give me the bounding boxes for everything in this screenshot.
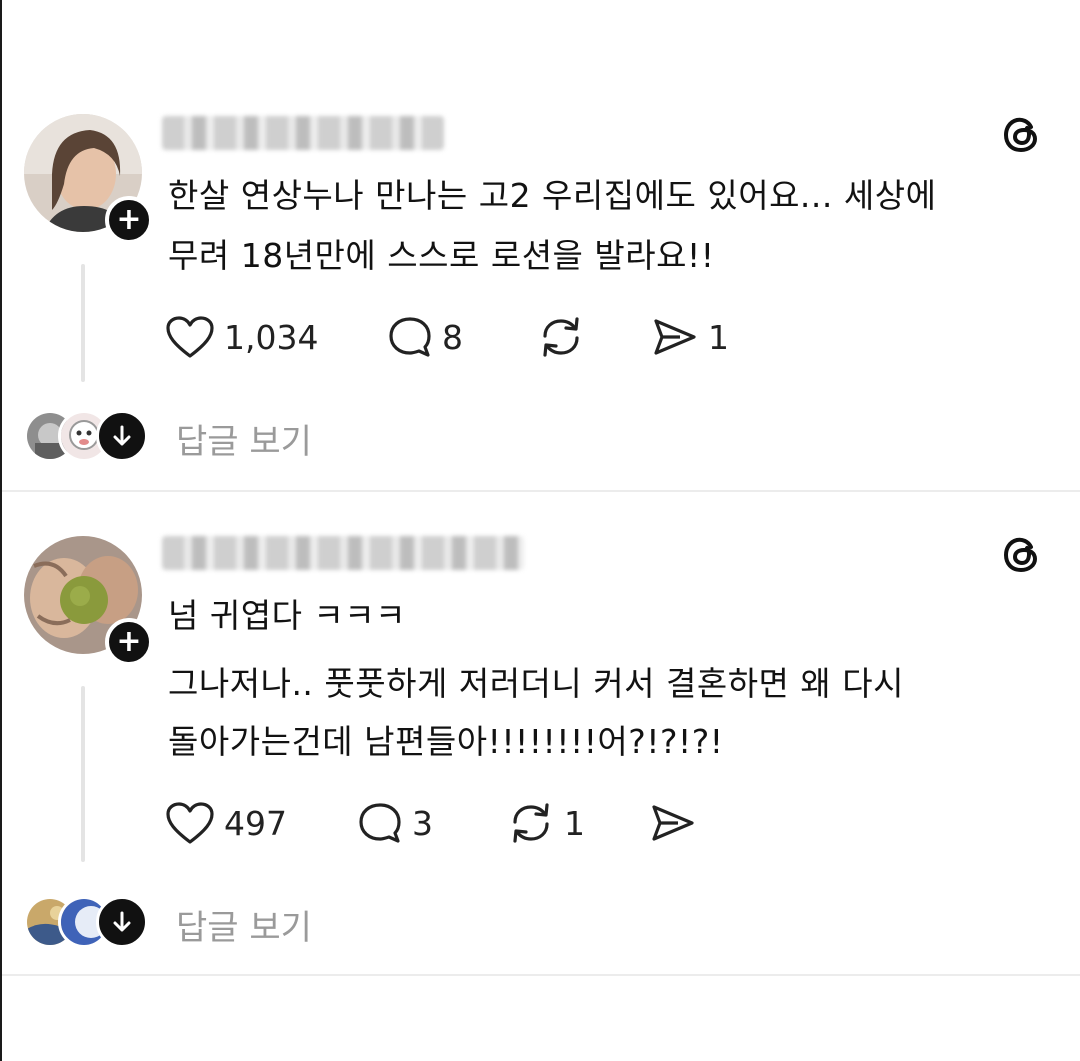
action-bar: 1,034 8 1 (164, 314, 764, 360)
reply-avatars[interactable] (24, 896, 154, 948)
post-text-line: 돌아가는건데 남편들아!!!!!!!!어?!?!?! (168, 722, 724, 761)
share-button[interactable] (648, 800, 706, 846)
threads-logo-icon[interactable] (1000, 532, 1044, 576)
like-button[interactable]: 497 (164, 800, 287, 846)
post-text-line: 무려 18년만에 스스로 로션을 발라요!! (168, 236, 715, 275)
thread-line (81, 686, 85, 862)
repost-icon (513, 803, 549, 843)
action-bar: 497 3 1 (164, 800, 764, 846)
comment-bubble-icon (359, 803, 401, 843)
arrow-down-icon (96, 896, 148, 948)
heart-icon (166, 316, 214, 358)
post-divider (2, 974, 1080, 976)
post-card: + 넘 귀엽다 ㅋㅋㅋ 그나저나.. 풋풋하게 저러더니 커서 결혼하면 왜 다… (0, 492, 1080, 976)
follow-plus-icon[interactable]: + (105, 196, 153, 244)
threads-logo-icon[interactable] (1000, 112, 1044, 156)
post-card: + 한살 연상누나 만나는 고2 우리집에도 있어요... 세상에 무려 18년… (0, 0, 1080, 490)
send-icon (654, 319, 696, 355)
arrow-down-icon (96, 410, 148, 462)
repost-count: 1 (564, 803, 585, 843)
comment-count: 8 (442, 317, 463, 357)
username-blurred (162, 536, 524, 570)
comment-bubble-icon (389, 317, 431, 357)
view-replies-link[interactable]: 답글 보기 (176, 414, 312, 463)
comment-button[interactable]: 3 (356, 800, 433, 846)
post-text-line: 넘 귀엽다 ㅋㅋㅋ (168, 596, 406, 635)
post-text-line: 그나저나.. 풋풋하게 저러더니 커서 결혼하면 왜 다시 (168, 664, 904, 703)
comment-button[interactable]: 8 (386, 314, 463, 360)
thread-line (81, 264, 85, 382)
view-replies-link[interactable]: 답글 보기 (176, 900, 312, 949)
follow-plus-icon[interactable]: + (105, 618, 153, 666)
like-count: 1,034 (224, 317, 319, 357)
post-text-line: 한살 연상누나 만나는 고2 우리집에도 있어요... 세상에 (168, 176, 937, 215)
repost-button[interactable]: 1 (506, 800, 585, 846)
reply-avatars[interactable] (24, 410, 154, 462)
share-count: 1 (708, 317, 729, 357)
like-count: 497 (224, 803, 287, 843)
repost-button[interactable] (536, 314, 594, 360)
share-button[interactable]: 1 (650, 314, 729, 360)
comment-count: 3 (412, 803, 433, 843)
repost-icon (543, 317, 579, 357)
username-blurred (162, 116, 444, 150)
send-icon (652, 805, 694, 841)
like-button[interactable]: 1,034 (164, 314, 318, 360)
heart-icon (166, 802, 214, 844)
